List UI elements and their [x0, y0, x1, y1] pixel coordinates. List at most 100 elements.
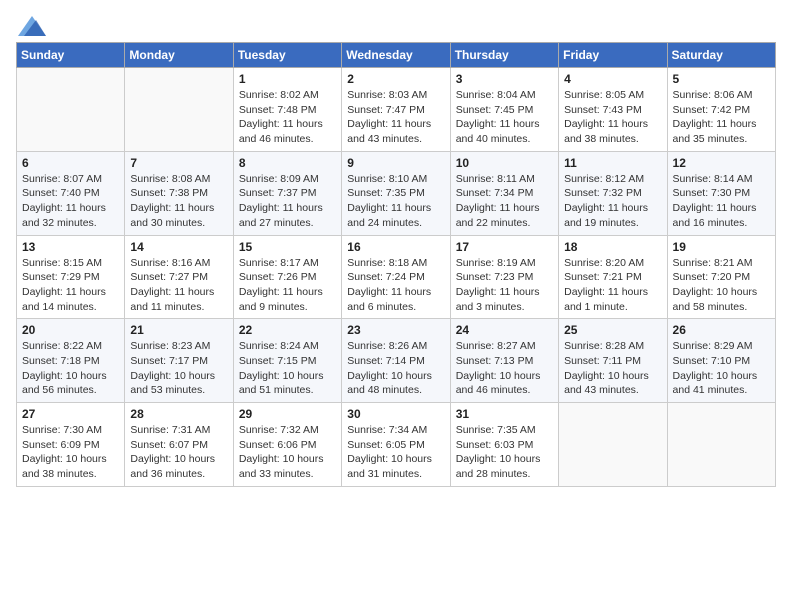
day-number: 15 — [239, 240, 336, 254]
day-detail: Sunrise: 8:05 AM Sunset: 7:43 PM Dayligh… — [564, 88, 661, 147]
page-header — [16, 16, 776, 32]
day-number: 7 — [130, 156, 227, 170]
calendar-table: SundayMondayTuesdayWednesdayThursdayFrid… — [16, 42, 776, 487]
day-of-week-header: Wednesday — [342, 43, 450, 68]
day-of-week-header: Monday — [125, 43, 233, 68]
day-detail: Sunrise: 7:30 AM Sunset: 6:09 PM Dayligh… — [22, 423, 119, 482]
day-of-week-header: Tuesday — [233, 43, 341, 68]
day-number: 12 — [673, 156, 770, 170]
calendar-cell: 26Sunrise: 8:29 AM Sunset: 7:10 PM Dayli… — [667, 319, 775, 403]
calendar-header-row: SundayMondayTuesdayWednesdayThursdayFrid… — [17, 43, 776, 68]
day-number: 27 — [22, 407, 119, 421]
day-detail: Sunrise: 8:19 AM Sunset: 7:23 PM Dayligh… — [456, 256, 553, 315]
logo — [16, 16, 46, 32]
calendar-cell — [559, 403, 667, 487]
calendar-cell — [667, 403, 775, 487]
day-number: 22 — [239, 323, 336, 337]
day-number: 21 — [130, 323, 227, 337]
calendar-cell: 27 Sunrise: 7:30 AM Sunset: 6:09 PM Dayli… — [17, 403, 125, 487]
calendar-cell: 18 Sunrise: 8:20 AM Sunset: 7:21 PM Dayli… — [559, 235, 667, 319]
logo-icon — [18, 16, 46, 36]
day-number: 5 — [673, 72, 770, 86]
calendar-cell: 3 Sunrise: 8:04 AM Sunset: 7:45 PM Daylig… — [450, 68, 558, 152]
day-of-week-header: Sunday — [17, 43, 125, 68]
day-number: 9 — [347, 156, 444, 170]
calendar-cell: 23 Sunrise: 8:26 AM Sunset: 7:14 PM Dayli… — [342, 319, 450, 403]
day-number: 19 — [673, 240, 770, 254]
calendar-cell: 15 Sunrise: 8:17 AM Sunset: 7:26 PM Dayli… — [233, 235, 341, 319]
calendar-cell: 22Sunrise: 8:24 AM Sunset: 7:15 PM Dayli… — [233, 319, 341, 403]
day-detail: Sunrise: 8:22 AM Sunset: 7:18 PM Dayligh… — [22, 339, 119, 398]
day-detail: Sunrise: 8:28 AM Sunset: 7:11 PM Dayligh… — [564, 339, 661, 398]
day-number: 23 — [347, 323, 444, 337]
day-number: 16 — [347, 240, 444, 254]
day-number: 28 — [130, 407, 227, 421]
calendar-cell — [17, 68, 125, 152]
day-detail: Sunrise: 8:12 AM Sunset: 7:32 PM Dayligh… — [564, 172, 661, 231]
day-detail: Sunrise: 8:29 AM Sunset: 7:10 PM Dayligh… — [673, 339, 770, 398]
calendar-cell: 28 Sunrise: 7:31 AM Sunset: 6:07 PM Dayli… — [125, 403, 233, 487]
calendar-week-row: 1 Sunrise: 8:02 AM Sunset: 7:48 PM Daylig… — [17, 68, 776, 152]
calendar-cell: 21 Sunrise: 8:23 AM Sunset: 7:17 PM Dayli… — [125, 319, 233, 403]
calendar-cell: 6 Sunrise: 8:07 AM Sunset: 7:40 PM Daylig… — [17, 151, 125, 235]
day-number: 13 — [22, 240, 119, 254]
day-detail: Sunrise: 8:10 AM Sunset: 7:35 PM Dayligh… — [347, 172, 444, 231]
calendar-cell — [125, 68, 233, 152]
day-number: 18 — [564, 240, 661, 254]
day-detail: Sunrise: 8:18 AM Sunset: 7:24 PM Dayligh… — [347, 256, 444, 315]
day-number: 3 — [456, 72, 553, 86]
calendar-cell: 9 Sunrise: 8:10 AM Sunset: 7:35 PM Daylig… — [342, 151, 450, 235]
day-detail: Sunrise: 7:34 AM Sunset: 6:05 PM Dayligh… — [347, 423, 444, 482]
calendar-week-row: 13 Sunrise: 8:15 AM Sunset: 7:29 PM Dayli… — [17, 235, 776, 319]
day-detail: Sunrise: 8:23 AM Sunset: 7:17 PM Dayligh… — [130, 339, 227, 398]
day-number: 2 — [347, 72, 444, 86]
day-number: 6 — [22, 156, 119, 170]
calendar-cell: 19 Sunrise: 8:21 AM Sunset: 7:20 PM Dayli… — [667, 235, 775, 319]
day-detail: Sunrise: 8:08 AM Sunset: 7:38 PM Dayligh… — [130, 172, 227, 231]
calendar-cell: 13 Sunrise: 8:15 AM Sunset: 7:29 PM Dayli… — [17, 235, 125, 319]
day-detail: Sunrise: 8:03 AM Sunset: 7:47 PM Dayligh… — [347, 88, 444, 147]
day-number: 24 — [456, 323, 553, 337]
day-detail: Sunrise: 7:35 AM Sunset: 6:03 PM Dayligh… — [456, 423, 553, 482]
day-detail: Sunrise: 7:32 AM Sunset: 6:06 PM Dayligh… — [239, 423, 336, 482]
calendar-week-row: 27 Sunrise: 7:30 AM Sunset: 6:09 PM Dayli… — [17, 403, 776, 487]
day-detail: Sunrise: 8:02 AM Sunset: 7:48 PM Dayligh… — [239, 88, 336, 147]
calendar-cell: 14Sunrise: 8:16 AM Sunset: 7:27 PM Dayli… — [125, 235, 233, 319]
day-detail: Sunrise: 8:21 AM Sunset: 7:20 PM Dayligh… — [673, 256, 770, 315]
day-detail: Sunrise: 8:20 AM Sunset: 7:21 PM Dayligh… — [564, 256, 661, 315]
day-detail: Sunrise: 8:27 AM Sunset: 7:13 PM Dayligh… — [456, 339, 553, 398]
calendar-cell: 24 Sunrise: 8:27 AM Sunset: 7:13 PM Dayli… — [450, 319, 558, 403]
day-number: 17 — [456, 240, 553, 254]
day-detail: Sunrise: 8:09 AM Sunset: 7:37 PM Dayligh… — [239, 172, 336, 231]
calendar-cell: 8Sunrise: 8:09 AM Sunset: 7:37 PM Daylig… — [233, 151, 341, 235]
day-number: 29 — [239, 407, 336, 421]
day-detail: Sunrise: 8:04 AM Sunset: 7:45 PM Dayligh… — [456, 88, 553, 147]
calendar-cell: 7 Sunrise: 8:08 AM Sunset: 7:38 PM Daylig… — [125, 151, 233, 235]
day-number: 4 — [564, 72, 661, 86]
calendar-cell: 29 Sunrise: 7:32 AM Sunset: 6:06 PM Dayli… — [233, 403, 341, 487]
day-detail: Sunrise: 8:14 AM Sunset: 7:30 PM Dayligh… — [673, 172, 770, 231]
calendar-cell: 1 Sunrise: 8:02 AM Sunset: 7:48 PM Daylig… — [233, 68, 341, 152]
calendar-cell: 31 Sunrise: 7:35 AM Sunset: 6:03 PM Dayli… — [450, 403, 558, 487]
day-detail: Sunrise: 7:31 AM Sunset: 6:07 PM Dayligh… — [130, 423, 227, 482]
day-detail: Sunrise: 8:15 AM Sunset: 7:29 PM Dayligh… — [22, 256, 119, 315]
calendar-week-row: 20Sunrise: 8:22 AM Sunset: 7:18 PM Dayli… — [17, 319, 776, 403]
day-number: 1 — [239, 72, 336, 86]
calendar-cell: 17 Sunrise: 8:19 AM Sunset: 7:23 PM Dayli… — [450, 235, 558, 319]
calendar-cell: 12 Sunrise: 8:14 AM Sunset: 7:30 PM Dayli… — [667, 151, 775, 235]
calendar-cell: 20Sunrise: 8:22 AM Sunset: 7:18 PM Dayli… — [17, 319, 125, 403]
day-number: 10 — [456, 156, 553, 170]
calendar-cell: 10Sunrise: 8:11 AM Sunset: 7:34 PM Dayli… — [450, 151, 558, 235]
day-of-week-header: Friday — [559, 43, 667, 68]
day-detail: Sunrise: 8:26 AM Sunset: 7:14 PM Dayligh… — [347, 339, 444, 398]
day-number: 14 — [130, 240, 227, 254]
calendar-cell: 2 Sunrise: 8:03 AM Sunset: 7:47 PM Daylig… — [342, 68, 450, 152]
calendar-cell: 25Sunrise: 8:28 AM Sunset: 7:11 PM Dayli… — [559, 319, 667, 403]
day-detail: Sunrise: 8:17 AM Sunset: 7:26 PM Dayligh… — [239, 256, 336, 315]
day-of-week-header: Saturday — [667, 43, 775, 68]
calendar-cell: 5 Sunrise: 8:06 AM Sunset: 7:42 PM Daylig… — [667, 68, 775, 152]
day-detail: Sunrise: 8:07 AM Sunset: 7:40 PM Dayligh… — [22, 172, 119, 231]
day-of-week-header: Thursday — [450, 43, 558, 68]
day-detail: Sunrise: 8:06 AM Sunset: 7:42 PM Dayligh… — [673, 88, 770, 147]
day-number: 31 — [456, 407, 553, 421]
